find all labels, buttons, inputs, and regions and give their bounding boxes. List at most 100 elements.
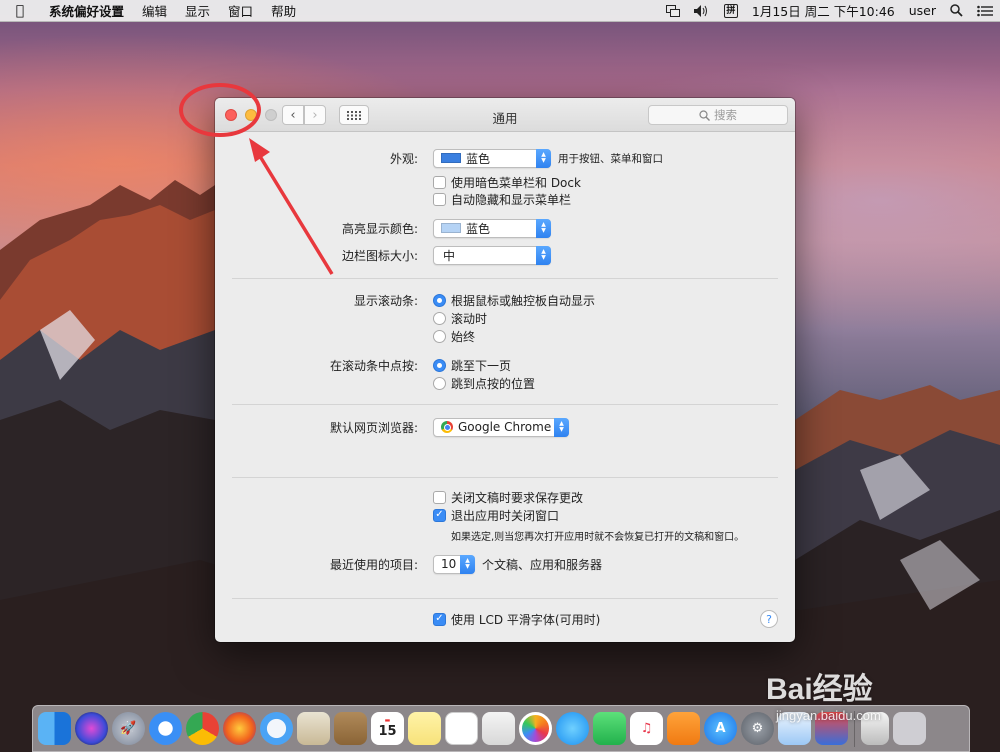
scrollbars-always-label: 始终 [451,329,476,344]
menu-help[interactable]: 帮助 [262,1,305,20]
facetime-icon[interactable] [593,712,626,745]
messages-icon[interactable] [556,712,589,745]
scrollbars-always-row: 始终 [215,326,795,346]
close-windows-row: ✓ 退出应用时关闭窗口 [215,505,795,525]
baidu-watermark-url: jingyan.baidu.com [776,708,881,723]
scroll-click-jump-label: 跳到点按的位置 [451,376,536,391]
itunes-icon[interactable]: ♫ [630,712,663,745]
scrollbars-row: 显示滚动条: 根据鼠标或触控板自动显示 [215,290,795,310]
popup-stepper-icon: ▲ ▼ [554,417,569,437]
menu-edit[interactable]: 编辑 [133,1,176,20]
sidebar-icon-size-value: 中 [443,248,456,263]
ask-save-label: 关闭文稿时要求保存更改 [451,490,584,505]
menu-view[interactable]: 显示 [176,1,219,20]
ask-save-row: 关闭文稿时要求保存更改 [215,487,795,507]
default-browser-label: 默认网页浏览器: [329,420,418,435]
reminders-icon[interactable] [445,712,478,745]
appearance-popup[interactable]: 蓝色 ▲ ▼ [433,148,551,168]
menu-bar:  系统偏好设置 编辑 显示 窗口 帮助 拼 1月15日 周二 下午10:46 … [0,0,1000,22]
scroll-click-next-page-label: 跳至下一页 [451,358,512,373]
divider [232,598,778,599]
popup-stepper-icon: ▲ ▼ [536,148,551,168]
highlight-popup[interactable]: 蓝色 ▲ ▼ [433,218,551,238]
default-browser-popup[interactable]: Google Chrome ▲ ▼ [433,417,569,437]
close-windows-label: 退出应用时关闭窗口 [451,508,560,523]
search-placeholder: 搜索 [714,108,737,122]
appearance-swatch [441,153,461,163]
recent-items-value: 10 [441,557,457,571]
chrome-dock-icon[interactable] [186,712,219,745]
sidebar-icon-size-popup[interactable]: 中 ▲ ▼ [433,245,551,265]
scrollbars-auto-label: 根据鼠标或触控板自动显示 [451,293,596,308]
chrome-icon [441,421,453,433]
recent-items-row: 最近使用的项目: 10 ▲ ▼ 个文稿、应用和服务器 [215,554,795,574]
calendar-icon[interactable]: ▬ 15 [371,712,404,745]
volume-icon[interactable] [687,4,717,17]
user-menu[interactable]: user [902,3,943,18]
input-method-icon[interactable]: 拼 [717,3,745,18]
recent-items-label: 最近使用的项目: [329,557,418,572]
recent-items-popup[interactable]: 10 ▲ ▼ [433,554,475,574]
dark-menu-checkbox[interactable] [433,175,446,189]
scrollbars-label: 显示滚动条: [353,293,418,308]
app-store-icon[interactable]: A [704,712,737,745]
preview-icon[interactable] [297,712,330,745]
photos-icon[interactable] [519,712,552,745]
safari-icon[interactable] [149,712,182,745]
browser-icon[interactable] [260,712,293,745]
ibooks-icon[interactable] [667,712,700,745]
notification-center-icon[interactable] [970,5,1000,17]
notes-icon[interactable] [408,712,441,745]
trash-icon[interactable] [893,712,926,745]
firefox-icon[interactable] [223,712,256,745]
scrollbars-scrolling-label: 滚动时 [451,311,488,326]
sidebar-icon-size-label: 边栏图标大小: [341,248,418,263]
launchpad-icon[interactable]: 🚀 [112,712,145,745]
dark-menu-label: 使用暗色菜单栏和 Dock [451,175,581,190]
ask-save-checkbox[interactable] [433,490,446,504]
contacts-icon[interactable] [334,712,367,745]
highlight-label: 高亮显示颜色: [341,221,418,236]
scroll-click-next-page-radio[interactable] [433,358,446,372]
recent-items-suffix: 个文稿、应用和服务器 [482,557,603,572]
search-field[interactable]: 搜索 [648,105,788,125]
scrollbars-scrolling-radio[interactable] [433,311,446,325]
scrollbars-auto-radio[interactable] [433,293,446,307]
scroll-click-row: 在滚动条中点按: 跳至下一页 [215,355,795,375]
system-preferences-icon[interactable]: ⚙ [741,712,774,745]
scroll-click-jump-radio[interactable] [433,376,446,390]
highlight-row: 高亮显示颜色: 蓝色 ▲ ▼ [215,218,795,238]
autohide-label: 自动隐藏和显示菜单栏 [451,192,572,207]
close-windows-checkbox[interactable]: ✓ [433,508,446,522]
scrollbars-scrolling-row: 滚动时 [215,308,795,328]
default-browser-value: Google Chrome [458,420,552,434]
spotlight-icon[interactable] [943,4,970,17]
siri-icon[interactable] [75,712,108,745]
title-bar: ‹ › 通用 搜索 [215,98,795,132]
appearance-note: 用于按钮、菜单和窗口 [558,152,663,165]
finder-icon[interactable] [38,712,71,745]
popup-stepper-icon: ▲ ▼ [536,218,551,238]
menu-app-name[interactable]: 系统偏好设置 [40,1,133,20]
apple-menu-icon[interactable]:  [0,3,40,19]
highlight-swatch [441,223,461,233]
lcd-smoothing-checkbox[interactable]: ✓ [433,612,446,626]
popup-stepper-icon: ▲ ▼ [536,245,551,265]
divider [232,404,778,405]
display-mirroring-icon[interactable] [659,4,687,17]
autohide-menu-checkbox[interactable] [433,192,446,206]
sidebar-icon-size-row: 边栏图标大小: 中 ▲ ▼ [215,245,795,265]
popup-stepper-icon: ▲ ▼ [460,554,475,574]
general-preferences-window: ‹ › 通用 搜索 外观: 蓝色 ▲ ▼ 用于按钮、菜单和窗口 使用暗色菜单栏和… [215,98,795,642]
default-browser-row: 默认网页浏览器: Google Chrome ▲ ▼ [215,417,795,437]
scrollbars-always-radio[interactable] [433,329,446,343]
appearance-label: 外观: [389,151,418,166]
clock[interactable]: 1月15日 周二 下午10:46 [745,1,902,20]
photo-booth-icon[interactable] [482,712,515,745]
appearance-row: 外观: 蓝色 ▲ ▼ 用于按钮、菜单和窗口 [215,148,795,168]
calendar-day: 15 [378,724,397,739]
menu-window[interactable]: 窗口 [219,1,262,20]
appearance-value: 蓝色 [466,151,491,166]
help-button[interactable]: ? [760,610,778,628]
divider [232,278,778,279]
